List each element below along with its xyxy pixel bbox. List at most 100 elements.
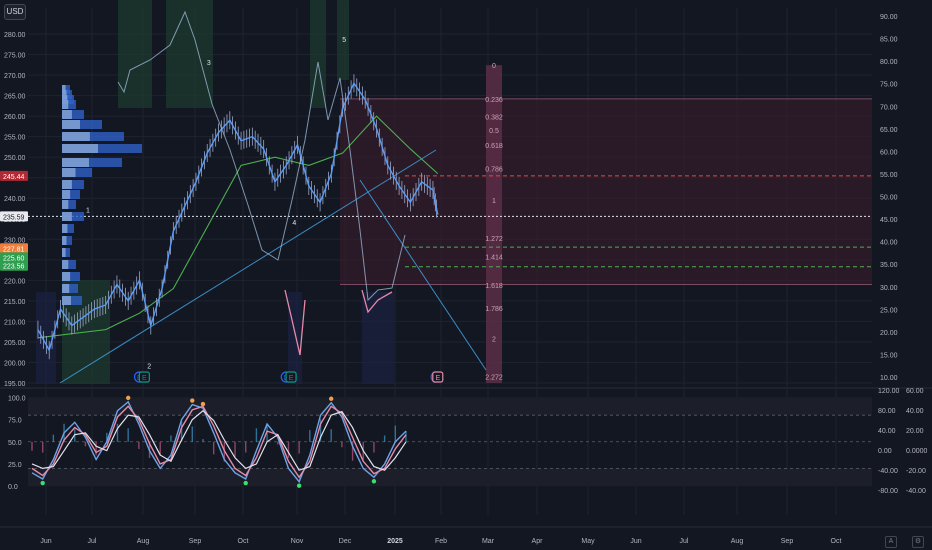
volume-profile-bar-inner [62, 224, 68, 233]
price-badge-label: 223.56 [3, 264, 25, 271]
right-axis-tick: 20.00 [880, 330, 898, 337]
fib-zone [340, 98, 872, 285]
osc-left-tick: 0.0 [8, 484, 18, 491]
right-axis-tick: 85.00 [880, 37, 898, 44]
osc-oversold-band [28, 468, 872, 487]
fib-level-label: 1.414 [485, 255, 503, 262]
price-badge-label: 245.44 [3, 174, 25, 181]
fib-level-label: 0.786 [485, 167, 503, 174]
time-axis-label: Mar [482, 538, 495, 545]
osc-right-tick-a: 40.00 [878, 428, 896, 435]
volume-profile-bar-inner [62, 110, 72, 119]
osc-signal-dot [329, 396, 334, 401]
volume-profile-bar-inner [62, 296, 71, 305]
right-axis-tick: 30.00 [880, 285, 898, 292]
highlight-zone [288, 292, 302, 384]
right-axis-tick: 55.00 [880, 172, 898, 179]
volume-profile-bar-inner [62, 236, 67, 245]
volume-profile-bar-inner [62, 284, 70, 293]
event-marker-label: E [435, 375, 440, 382]
left-axis-tick: 200.00 [4, 360, 26, 367]
osc-right-tick-b: -40.00 [906, 488, 926, 495]
right-axis-tick: 60.00 [880, 149, 898, 156]
volume-profile-bar-inner [62, 212, 72, 221]
osc-right-tick-a: 80.00 [878, 408, 896, 415]
time-axis-label: Sep [781, 538, 794, 545]
price-badge-label: 227.81 [3, 246, 25, 253]
left-axis-tick: 205.00 [4, 340, 26, 347]
osc-signal-dot [371, 479, 377, 484]
osc-signal-dot [190, 398, 195, 403]
left-axis-tick: 250.00 [4, 155, 26, 162]
right-axis-tick: 45.00 [880, 217, 898, 224]
volume-profile-bar-inner [62, 120, 80, 129]
left-axis-tick: 255.00 [4, 135, 26, 142]
time-axis-label: Jul [680, 538, 689, 545]
osc-right-tick-a: -40.00 [878, 468, 898, 475]
right-axis-tick: 50.00 [880, 195, 898, 202]
auto-scale-icon[interactable]: A [885, 536, 897, 548]
fib-level-label: 0.236 [485, 97, 503, 104]
time-axis-label: Sep [189, 538, 202, 545]
time-axis-label: Nov [291, 538, 304, 545]
osc-left-tick: 75.0 [8, 418, 22, 425]
settings-icon[interactable]: ⚙ [912, 536, 924, 548]
left-axis-tick: 260.00 [4, 114, 26, 121]
left-axis-tick: 230.00 [4, 237, 26, 244]
left-axis-tick: 215.00 [4, 299, 26, 306]
left-axis-tick: 280.00 [4, 32, 26, 39]
osc-signal-dot [200, 401, 206, 407]
time-axis-label: May [581, 538, 595, 545]
event-marker-label: E [142, 375, 147, 382]
left-axis-tick: 210.00 [4, 319, 26, 326]
fib-ladder [486, 65, 502, 383]
right-axis-tick: 15.00 [880, 352, 898, 359]
osc-right-tick-b: 20.00 [906, 428, 924, 435]
right-axis-tick: 80.00 [880, 59, 898, 66]
left-axis-tick: 195.00 [4, 381, 26, 388]
trading-chart[interactable]: 0 0.236 0.382 0.5 0.618 0.786 1 1.272 1.414 1.618… [0, 0, 932, 550]
time-axis-label: Aug [137, 538, 150, 545]
fib-level-label: 1 [492, 198, 496, 205]
osc-right-tick-b: 0.0000 [906, 448, 928, 455]
volume-profile-bar-inner [62, 272, 71, 281]
fib-level-label: 0.382 [485, 115, 503, 122]
left-axis-tick: 265.00 [4, 94, 26, 101]
right-axis-tick: 65.00 [880, 127, 898, 134]
fib-level-label: 1.618 [485, 283, 503, 290]
osc-right-tick-b: -20.00 [906, 468, 926, 475]
time-axis-label: Dec [339, 538, 352, 545]
right-axis-tick: 35.00 [880, 262, 898, 269]
fib-level-label: 2.272 [485, 374, 503, 381]
volume-profile-bar-inner [62, 144, 98, 153]
wave-label: 5 [342, 37, 346, 44]
osc-overbought-band [28, 397, 872, 416]
time-axis-label: Apr [532, 538, 544, 545]
osc-right-tick-a: 120.00 [878, 388, 900, 395]
osc-left-tick: 100.0 [8, 395, 26, 402]
wave-label: 3 [207, 60, 211, 67]
highlight-zone [166, 0, 213, 108]
event-marker-label: E [289, 375, 294, 382]
volume-profile-bar-inner [62, 180, 72, 189]
volume-profile-bar-inner [62, 132, 90, 141]
volume-profile-bar-inner [62, 260, 69, 269]
left-axis-tick: 270.00 [4, 73, 26, 80]
left-axis-tick: 240.00 [4, 196, 26, 203]
fib-level-label: 0.618 [485, 143, 503, 150]
time-axis-label: 2025 [387, 538, 403, 545]
volume-profile-bar-inner [62, 168, 76, 177]
time-axis-label: Oct [831, 538, 842, 545]
osc-right-tick-a: 0.00 [878, 448, 892, 455]
volume-profile-bar-inner [62, 190, 71, 199]
fib-level-label: 1.272 [485, 236, 503, 243]
time-axis-label: Aug [731, 538, 744, 545]
currency-badge[interactable]: USD [4, 4, 26, 20]
volume-profile-bar-inner [62, 248, 66, 257]
osc-signal-dot [40, 480, 45, 486]
highlight-zone [118, 0, 152, 108]
osc-right-tick-b: 60.00 [906, 388, 924, 395]
right-axis-tick: 25.00 [880, 307, 898, 314]
right-axis-tick: 40.00 [880, 240, 898, 247]
left-axis-tick: 275.00 [4, 53, 26, 60]
